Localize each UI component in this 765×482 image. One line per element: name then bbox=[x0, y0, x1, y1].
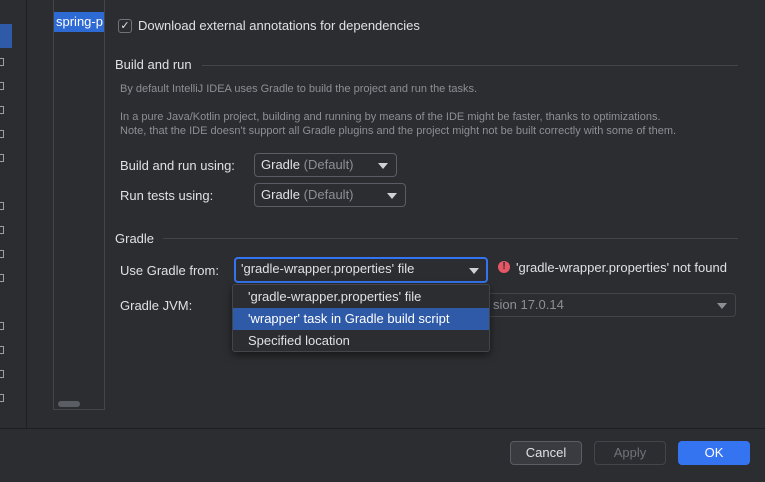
tree-node-icon[interactable] bbox=[0, 82, 4, 90]
build-hint-2: In a pure Java/Kotlin project, building … bbox=[120, 111, 661, 123]
dropdown-value: Gradle bbox=[261, 157, 301, 172]
build-hint-1: By default IntelliJ IDEA uses Gradle to … bbox=[120, 83, 478, 95]
settings-tree-strip bbox=[0, 0, 27, 428]
use-gradle-from-dropdown[interactable]: 'gradle-wrapper.properties' file bbox=[234, 257, 488, 283]
tree-node-icon[interactable] bbox=[0, 322, 4, 330]
tree-node-icon[interactable] bbox=[0, 154, 4, 162]
run-tests-using-dropdown[interactable]: Gradle (Default) bbox=[254, 183, 406, 207]
tree-node-icon[interactable] bbox=[0, 106, 4, 114]
apply-button[interactable]: Apply bbox=[594, 441, 666, 465]
section-separator bbox=[163, 238, 738, 239]
tree-node-icon[interactable] bbox=[0, 394, 4, 402]
gradle-jvm-dropdown[interactable]: sion 17.0.14 bbox=[470, 293, 736, 317]
chevron-down-icon bbox=[717, 303, 727, 309]
build-and-run-title: Build and run bbox=[115, 57, 192, 72]
build-and-run-using-dropdown[interactable]: Gradle (Default) bbox=[254, 153, 397, 177]
tree-node-icon[interactable] bbox=[0, 274, 4, 282]
gradle-section-title: Gradle bbox=[115, 231, 155, 246]
dropdown-value: sion 17.0.14 bbox=[493, 297, 564, 312]
dropdown-value: Gradle bbox=[261, 187, 301, 202]
project-list-item[interactable]: spring-p bbox=[54, 12, 104, 32]
chevron-down-icon bbox=[387, 193, 397, 199]
project-list[interactable]: spring-p bbox=[53, 0, 105, 410]
dropdown-default-suffix: (Default) bbox=[303, 187, 354, 202]
list-scrollbar[interactable] bbox=[58, 401, 80, 407]
gradle-source-popup: 'gradle-wrapper.properties' file 'wrappe… bbox=[232, 284, 490, 352]
popup-option-specified-location[interactable]: Specified location bbox=[233, 330, 489, 352]
ok-button[interactable]: OK bbox=[678, 441, 750, 465]
error-message: 'gradle-wrapper.properties' not found bbox=[516, 260, 727, 275]
chevron-down-icon bbox=[378, 163, 388, 169]
cancel-button[interactable]: Cancel bbox=[510, 441, 582, 465]
error-icon: ! bbox=[498, 261, 510, 273]
tree-node-icon[interactable] bbox=[0, 250, 4, 258]
settings-tree-selection[interactable] bbox=[0, 24, 12, 48]
download-annotations-checkbox[interactable]: ✓ bbox=[118, 19, 132, 33]
download-annotations-label[interactable]: Download external annotations for depend… bbox=[138, 18, 420, 33]
popup-option-wrapper-properties[interactable]: 'gradle-wrapper.properties' file bbox=[233, 286, 489, 308]
run-tests-using-label: Run tests using: bbox=[120, 188, 214, 203]
use-gradle-from-label: Use Gradle from: bbox=[120, 263, 219, 278]
tree-node-icon[interactable] bbox=[0, 202, 4, 210]
tree-node-icon[interactable] bbox=[0, 226, 4, 234]
dropdown-value: 'gradle-wrapper.properties' file bbox=[241, 261, 415, 276]
section-separator bbox=[202, 65, 738, 66]
chevron-down-icon bbox=[469, 268, 479, 274]
gradle-jvm-label: Gradle JVM: bbox=[120, 298, 193, 313]
dropdown-default-suffix: (Default) bbox=[303, 157, 354, 172]
tree-node-icon[interactable] bbox=[0, 58, 4, 66]
tree-node-icon[interactable] bbox=[0, 130, 4, 138]
dialog-button-bar: Cancel Apply OK bbox=[0, 428, 765, 482]
build-hint-3: Note, that the IDE doesn't support all G… bbox=[120, 125, 677, 137]
tree-node-icon[interactable] bbox=[0, 370, 4, 378]
tree-node-icon[interactable] bbox=[0, 346, 4, 354]
build-and-run-using-label: Build and run using: bbox=[120, 158, 235, 173]
popup-option-wrapper-task[interactable]: 'wrapper' task in Gradle build script bbox=[233, 308, 489, 330]
